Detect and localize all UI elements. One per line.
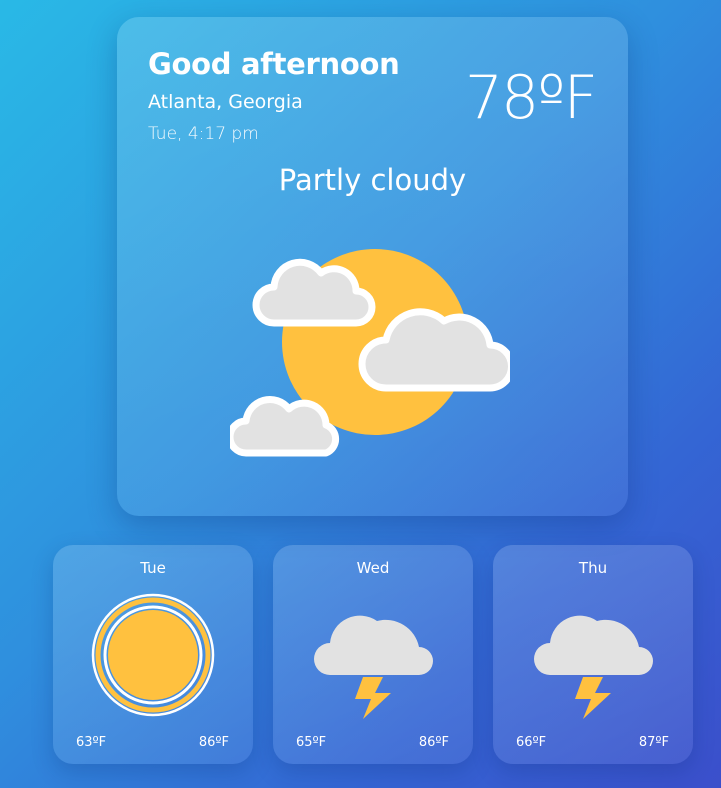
current-temperature: 78ºF [464, 63, 598, 133]
condition-text: Partly cloudy [278, 163, 467, 197]
low-temperature: 65ºF [296, 735, 327, 750]
forecast-day: Wed [356, 559, 390, 577]
high-temperature: 87ºF [638, 735, 669, 750]
forecast-card-wed: Wed 65ºF 86ºF [273, 545, 473, 764]
forecast-day: Thu [578, 559, 608, 577]
thunderstorm-icon [534, 615, 653, 719]
sunny-icon [91, 593, 215, 717]
low-temperature: 63ºF [76, 735, 107, 750]
partly-cloudy-icon [230, 249, 510, 457]
greeting: Good afternoon [148, 47, 400, 81]
date-time: Tue, 4:17 pm [148, 124, 259, 144]
location: Atlanta, Georgia [148, 91, 303, 113]
thunderstorm-icon [314, 615, 433, 719]
forecast-card-tue: Tue 63ºF 86ºF [53, 545, 253, 764]
current-weather-card: Good afternoon Atlanta, Georgia Tue, 4:1… [117, 17, 628, 516]
high-temperature: 86ºF [418, 735, 449, 750]
forecast-day: Tue [140, 559, 166, 577]
high-temperature: 86ºF [198, 735, 229, 750]
forecast-card-thu: Thu 66ºF 87ºF [493, 545, 693, 764]
low-temperature: 66ºF [516, 735, 547, 750]
cloud-shape [230, 396, 340, 457]
